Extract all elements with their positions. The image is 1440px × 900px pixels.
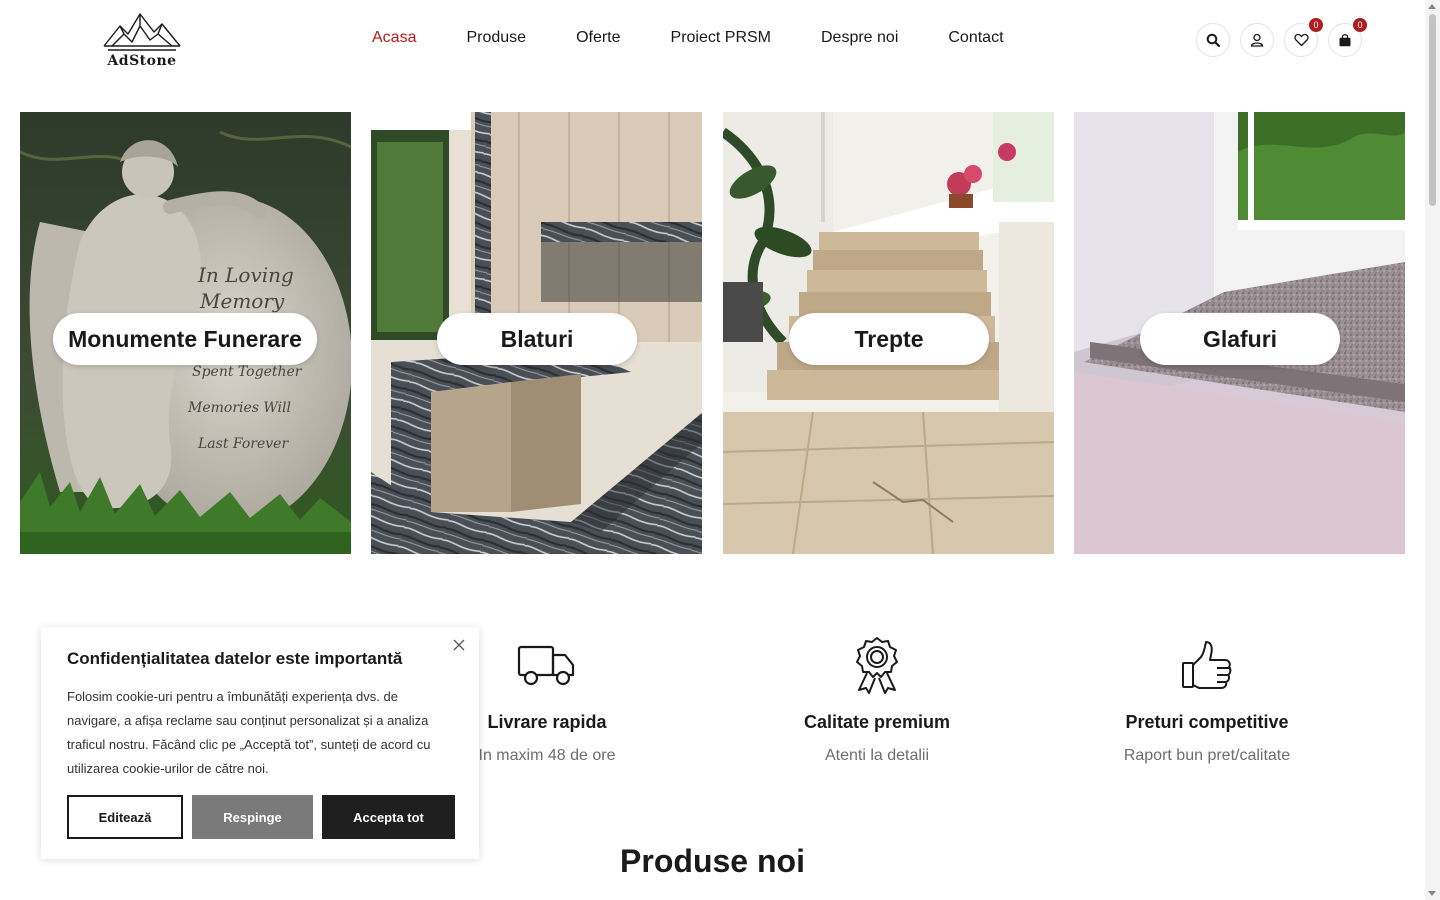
nav-item-proiect-prsm[interactable]: Proiect PRSM <box>671 29 771 47</box>
thumbs-up-icon <box>1182 641 1232 689</box>
cookie-consent-banner: Confidențialitatea datelor este importan… <box>41 627 479 859</box>
category-tile-monumente-funerare[interactable]: In Loving Memory Spent Together Memories… <box>20 112 351 554</box>
wishlist-count-badge: 0 <box>1309 18 1323 32</box>
logo[interactable]: AdStone <box>100 12 184 74</box>
feature-title: Calitate premium <box>803 712 951 732</box>
main-nav: Acasa Produse Oferte Proiect PRSM Despre… <box>372 29 1054 47</box>
nav-item-produse[interactable]: Produse <box>466 29 526 47</box>
award-icon <box>856 637 898 694</box>
nav-item-oferte[interactable]: Oferte <box>576 29 620 47</box>
cookie-actions: Editează Respinge Accepta tot <box>67 795 455 839</box>
category-tile-glafuri[interactable]: Glafuri <box>1074 112 1405 554</box>
cart-button[interactable]: 0 <box>1328 18 1367 57</box>
mountain-logo-icon <box>103 13 181 51</box>
feature-preturi-competitive: Preturi competitive Raport bun pret/cali… <box>1057 636 1357 765</box>
nav-item-acasa[interactable]: Acasa <box>372 29 416 47</box>
truck-icon <box>517 645 575 686</box>
nav-item-contact[interactable]: Contact <box>948 29 1003 47</box>
scrollbar-thumb[interactable] <box>1429 14 1436 206</box>
wishlist-button[interactable]: 0 <box>1284 18 1323 57</box>
account-button[interactable] <box>1240 23 1274 57</box>
site-header: AdStone Acasa Produse Oferte Proiect PRS… <box>0 0 1425 90</box>
category-label-monumente-funerare[interactable]: Monumente Funerare <box>53 313 317 365</box>
search-button[interactable] <box>1196 23 1230 57</box>
scroll-up-arrow-icon[interactable] <box>1428 4 1436 9</box>
nav-item-despre-noi[interactable]: Despre noi <box>821 29 898 47</box>
category-tile-blaturi[interactable]: Blaturi <box>371 112 702 554</box>
category-label-blaturi[interactable]: Blaturi <box>437 313 637 365</box>
cookie-text: Folosim cookie-uri pentru a îmbunătăți e… <box>67 689 431 776</box>
category-grid: In Loving Memory Spent Together Memories… <box>20 112 1405 554</box>
svg-text:Memories Will: Memories Will <box>187 400 291 416</box>
bag-icon <box>1339 34 1351 47</box>
brand-name: AdStone <box>107 53 177 69</box>
header-actions: 0 0 <box>1196 18 1367 57</box>
heart-icon <box>1293 33 1309 47</box>
feature-subtitle: Raport bun pret/calitate <box>1123 747 1291 764</box>
close-icon[interactable] <box>453 635 465 656</box>
page-scrollbar[interactable] <box>1425 0 1440 900</box>
cookie-edit-button[interactable]: Editează <box>67 795 183 839</box>
svg-text:In Loving: In Loving <box>197 263 294 287</box>
cart-count-badge: 0 <box>1353 18 1367 32</box>
feature-title: Preturi competitive <box>1125 712 1289 732</box>
scroll-down-arrow-icon[interactable] <box>1428 891 1436 896</box>
cookie-reject-button[interactable]: Respinge <box>192 795 313 839</box>
category-tile-trepte[interactable]: Trepte <box>723 112 1054 554</box>
svg-text:Memory: Memory <box>199 289 285 313</box>
category-label-trepte[interactable]: Trepte <box>789 313 989 365</box>
cookie-title: Confidențialitatea datelor este importan… <box>67 649 403 668</box>
svg-text:Last Forever: Last Forever <box>197 436 289 452</box>
feature-calitate-premium: Calitate premium Atenti la detalii <box>727 636 1027 765</box>
search-icon <box>1206 33 1220 47</box>
user-icon <box>1250 33 1264 47</box>
svg-text:Spent Together: Spent Together <box>192 364 303 380</box>
category-label-glafuri[interactable]: Glafuri <box>1140 313 1340 365</box>
feature-subtitle: Atenti la detalii <box>824 747 930 764</box>
cookie-accept-button[interactable]: Accepta tot <box>322 795 455 839</box>
